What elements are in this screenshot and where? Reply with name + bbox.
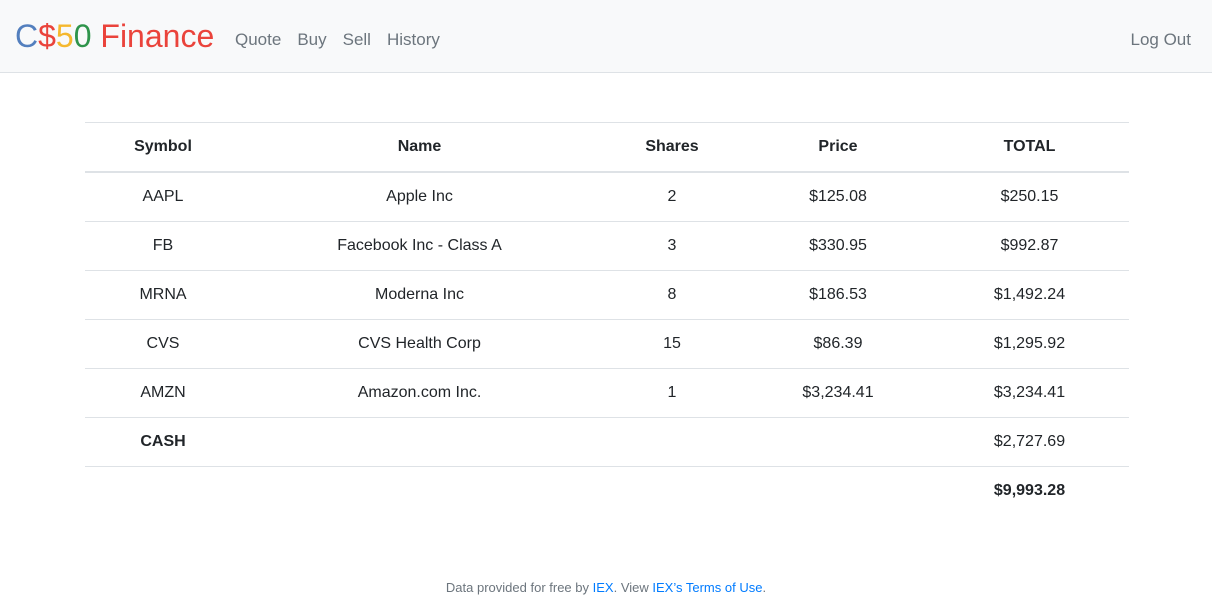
cell-name: Apple Inc (241, 171, 598, 222)
iex-link[interactable]: IEX (593, 580, 614, 595)
cell-symbol: CVS (85, 319, 241, 369)
cell-shares: 8 (598, 270, 746, 320)
logout-link[interactable]: Log Out (1131, 28, 1192, 52)
table-row: FB Facebook Inc - Class A 3 $330.95 $992… (85, 221, 1129, 271)
navbar: C$50 Finance Quote Buy Sell History Log … (0, 0, 1212, 73)
cell-price: $125.08 (746, 171, 930, 222)
brand-letter-dollar: $ (38, 18, 56, 54)
cash-empty-price (746, 417, 930, 467)
cell-price: $330.95 (746, 221, 930, 271)
header-name: Name (241, 122, 598, 173)
table-row: MRNA Moderna Inc 8 $186.53 $1,492.24 (85, 270, 1129, 320)
grand-total-empty-4 (746, 466, 930, 515)
cell-name: CVS Health Corp (241, 319, 598, 369)
table-row: CVS CVS Health Corp 15 $86.39 $1,295.92 (85, 319, 1129, 369)
cell-name: Moderna Inc (241, 270, 598, 320)
brand-letter-5: 5 (55, 18, 74, 54)
grand-total-row: $9,993.28 (85, 466, 1129, 515)
cell-shares: 15 (598, 319, 746, 369)
cell-symbol: AAPL (85, 171, 241, 222)
nav-link-sell[interactable]: Sell (343, 28, 371, 52)
table-row: AAPL Apple Inc 2 $125.08 $250.15 (85, 171, 1129, 222)
cell-total: $992.87 (930, 221, 1129, 271)
portfolio-table: Symbol Name Shares Price TOTAL AAPL Appl… (85, 122, 1129, 515)
nav-link-buy[interactable]: Buy (297, 28, 326, 52)
footer-prefix: Data provided for free by (445, 580, 593, 595)
header-price: Price (746, 122, 930, 173)
footer-middle: . View (613, 580, 653, 595)
brand-word-finance: Finance (91, 18, 215, 54)
cell-total: $1,295.92 (930, 319, 1129, 369)
brand-letter-0: 0 (73, 18, 92, 54)
cell-price: $3,234.41 (746, 368, 930, 418)
cell-total: $250.15 (930, 171, 1129, 222)
cash-empty-name (241, 417, 598, 467)
cell-total: $3,234.41 (930, 368, 1129, 418)
grand-total-value: $9,993.28 (930, 466, 1129, 515)
nav-links: Quote Buy Sell History (235, 28, 440, 52)
header-symbol: Symbol (85, 122, 241, 173)
cell-shares: 1 (598, 368, 746, 418)
cash-row: CASH $2,727.69 (85, 417, 1129, 467)
grand-total-empty-1 (85, 466, 241, 515)
cell-symbol: MRNA (85, 270, 241, 320)
cell-symbol: AMZN (85, 368, 241, 418)
nav-link-history[interactable]: History (387, 28, 440, 52)
nav-link-quote[interactable]: Quote (235, 28, 281, 52)
table-header-row: Symbol Name Shares Price TOTAL (85, 122, 1129, 173)
brand-letter-c: C (15, 18, 39, 54)
cell-shares: 3 (598, 221, 746, 271)
footer-suffix: . (762, 580, 767, 595)
table-row: AMZN Amazon.com Inc. 1 $3,234.41 $3,234.… (85, 368, 1129, 418)
grand-total-empty-3 (598, 466, 746, 515)
cash-total: $2,727.69 (930, 417, 1129, 467)
cell-name: Facebook Inc - Class A (241, 221, 598, 271)
brand-logo[interactable]: C$50 Finance (15, 16, 214, 56)
cell-shares: 2 (598, 171, 746, 222)
header-shares: Shares (598, 122, 746, 173)
cell-total: $1,492.24 (930, 270, 1129, 320)
cell-name: Amazon.com Inc. (241, 368, 598, 418)
footer: Data provided for free by IEX. View IEX’… (0, 580, 1212, 595)
cell-price: $186.53 (746, 270, 930, 320)
cash-label: CASH (85, 417, 241, 467)
cash-empty-shares (598, 417, 746, 467)
cell-price: $86.39 (746, 319, 930, 369)
cell-symbol: FB (85, 221, 241, 271)
iex-terms-link[interactable]: IEX’s Terms of Use (652, 580, 762, 595)
grand-total-empty-2 (241, 466, 598, 515)
portfolio-table-container: Symbol Name Shares Price TOTAL AAPL Appl… (85, 122, 1129, 515)
header-total: TOTAL (930, 122, 1129, 173)
